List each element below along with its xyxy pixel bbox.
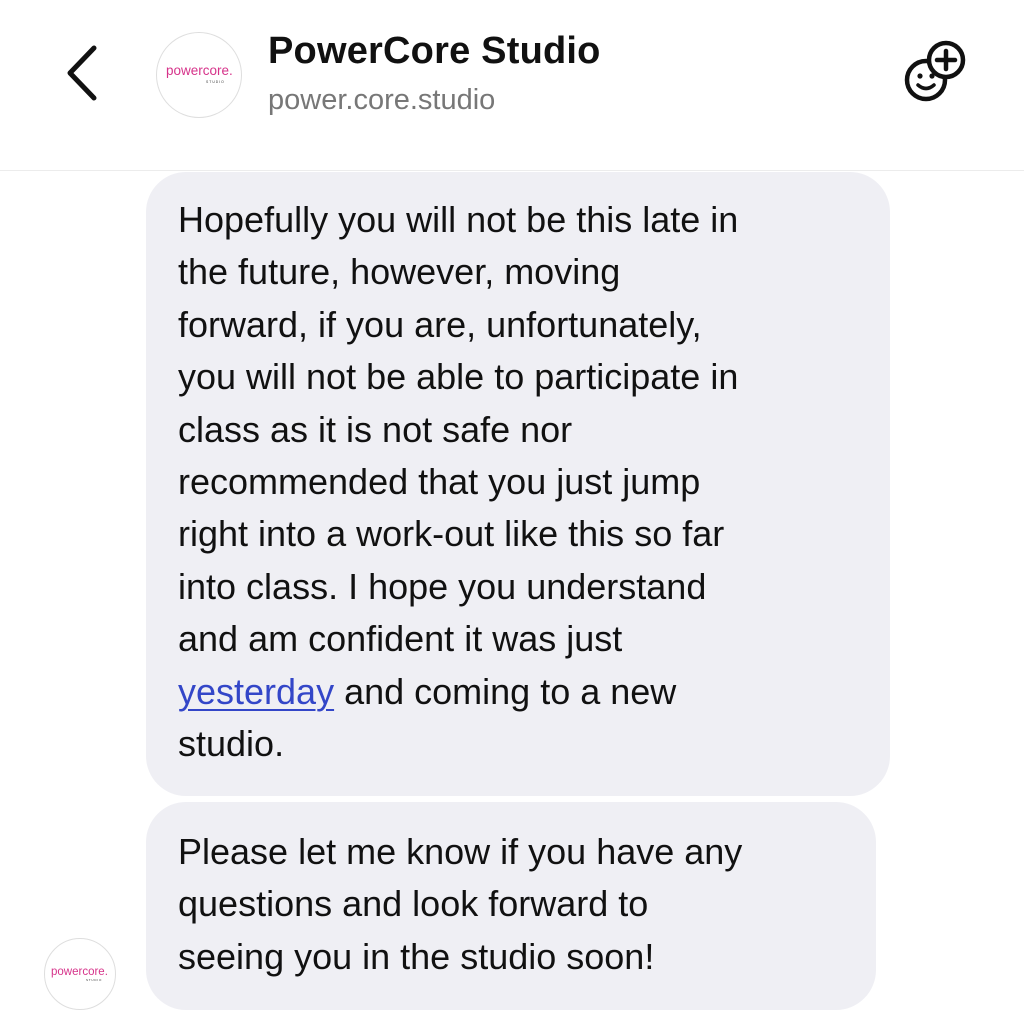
message-bubble[interactable]: Hopefully you will not be this late in t… — [146, 172, 890, 796]
message-line: you will not be able to participate in — [178, 356, 739, 398]
svg-text:powercore.: powercore. — [51, 966, 108, 978]
avatar[interactable]: powercore. STUDIO — [156, 32, 242, 118]
svg-text:STUDIO: STUDIO — [86, 978, 102, 982]
chat-header: powercore. STUDIO PowerCore Studio power… — [0, 0, 1024, 171]
svg-text:powercore.: powercore. — [166, 63, 233, 78]
sender-avatar[interactable]: powercore. STUDIO — [44, 938, 116, 1010]
page-title[interactable]: PowerCore Studio — [268, 30, 601, 73]
message-line: seeing you in the studio soon! — [178, 935, 655, 977]
svg-text:STUDIO: STUDIO — [206, 80, 225, 84]
message-bubble[interactable]: Please let me know if you have any quest… — [146, 802, 876, 1010]
powercore-logo: powercore. STUDIO — [166, 63, 233, 84]
add-people-icon — [904, 40, 966, 102]
date-link[interactable]: yesterday — [178, 671, 334, 712]
message-line: Please let me know if you have any — [178, 831, 743, 872]
message-line: studio. — [178, 723, 285, 765]
powercore-logo: powercore. STUDIO — [51, 966, 108, 982]
username-label[interactable]: power.core.studio — [268, 84, 495, 117]
message-line: and am confident it was just — [178, 618, 623, 660]
back-button[interactable] — [58, 40, 108, 106]
message-line: recommended that you just jump — [178, 461, 701, 503]
message-line: into class. I hope you understand — [178, 565, 707, 607]
message-text: and coming to a new — [334, 670, 677, 712]
message-line: forward, if you are, unfortunately, — [178, 303, 702, 345]
message-line: questions and look forward to — [178, 883, 649, 925]
message-line-with-link: yesterday and coming to a new — [178, 666, 870, 718]
add-people-button[interactable] — [900, 38, 970, 108]
message-line: class as it is not safe nor — [178, 408, 573, 450]
message-line: right into a work-out like this so far — [178, 513, 725, 555]
message-line: the future, however, moving — [178, 251, 621, 293]
message-line: Hopefully you will not be this late in — [178, 199, 739, 240]
chevron-left-icon — [67, 45, 97, 101]
